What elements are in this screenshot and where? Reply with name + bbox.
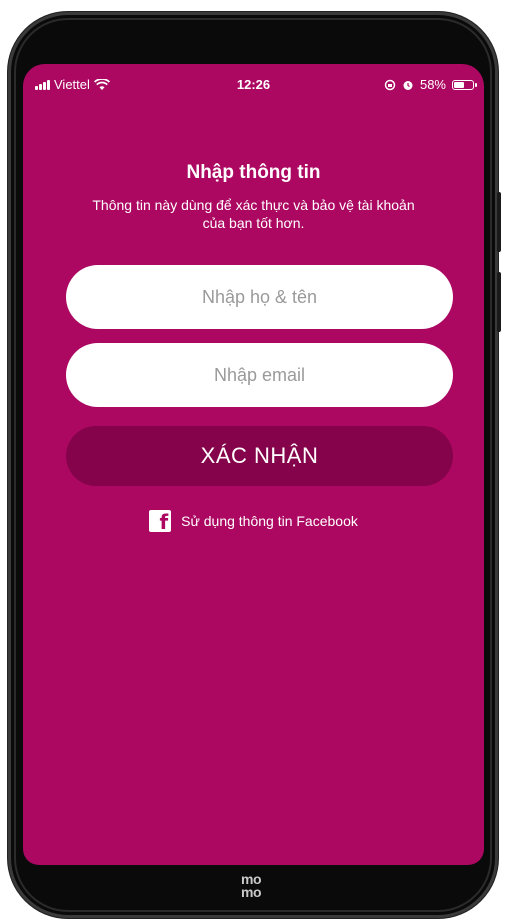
battery-percent: 58% xyxy=(419,77,446,92)
app-screen: Viettel 12:26 58% Nhập thông tin Thông t… xyxy=(23,64,484,865)
status-right: 58% xyxy=(384,77,477,92)
volume-button xyxy=(497,192,501,252)
confirm-button[interactable]: XÁC NHẬN xyxy=(66,426,453,486)
facebook-icon: f xyxy=(149,510,172,533)
facebook-login-link[interactable]: f Sử dụng thông tin Facebook xyxy=(23,510,484,533)
page-subtitle: Thông tin này dùng để xác thực và bảo vệ… xyxy=(92,197,415,231)
page-title: Nhập thông tin xyxy=(186,162,321,183)
alarm-icon xyxy=(403,80,413,90)
status-bar: Viettel 12:26 58% xyxy=(23,74,484,98)
rotation-lock-icon xyxy=(384,79,396,90)
email-input[interactable] xyxy=(66,343,453,407)
facebook-link-label: Sử dụng thông tin Facebook xyxy=(181,513,358,529)
battery-icon xyxy=(452,79,477,90)
name-input[interactable] xyxy=(66,265,453,329)
momo-logo: mo mo xyxy=(231,872,271,900)
power-button xyxy=(497,272,501,332)
logo-line-2: mo xyxy=(241,884,262,900)
